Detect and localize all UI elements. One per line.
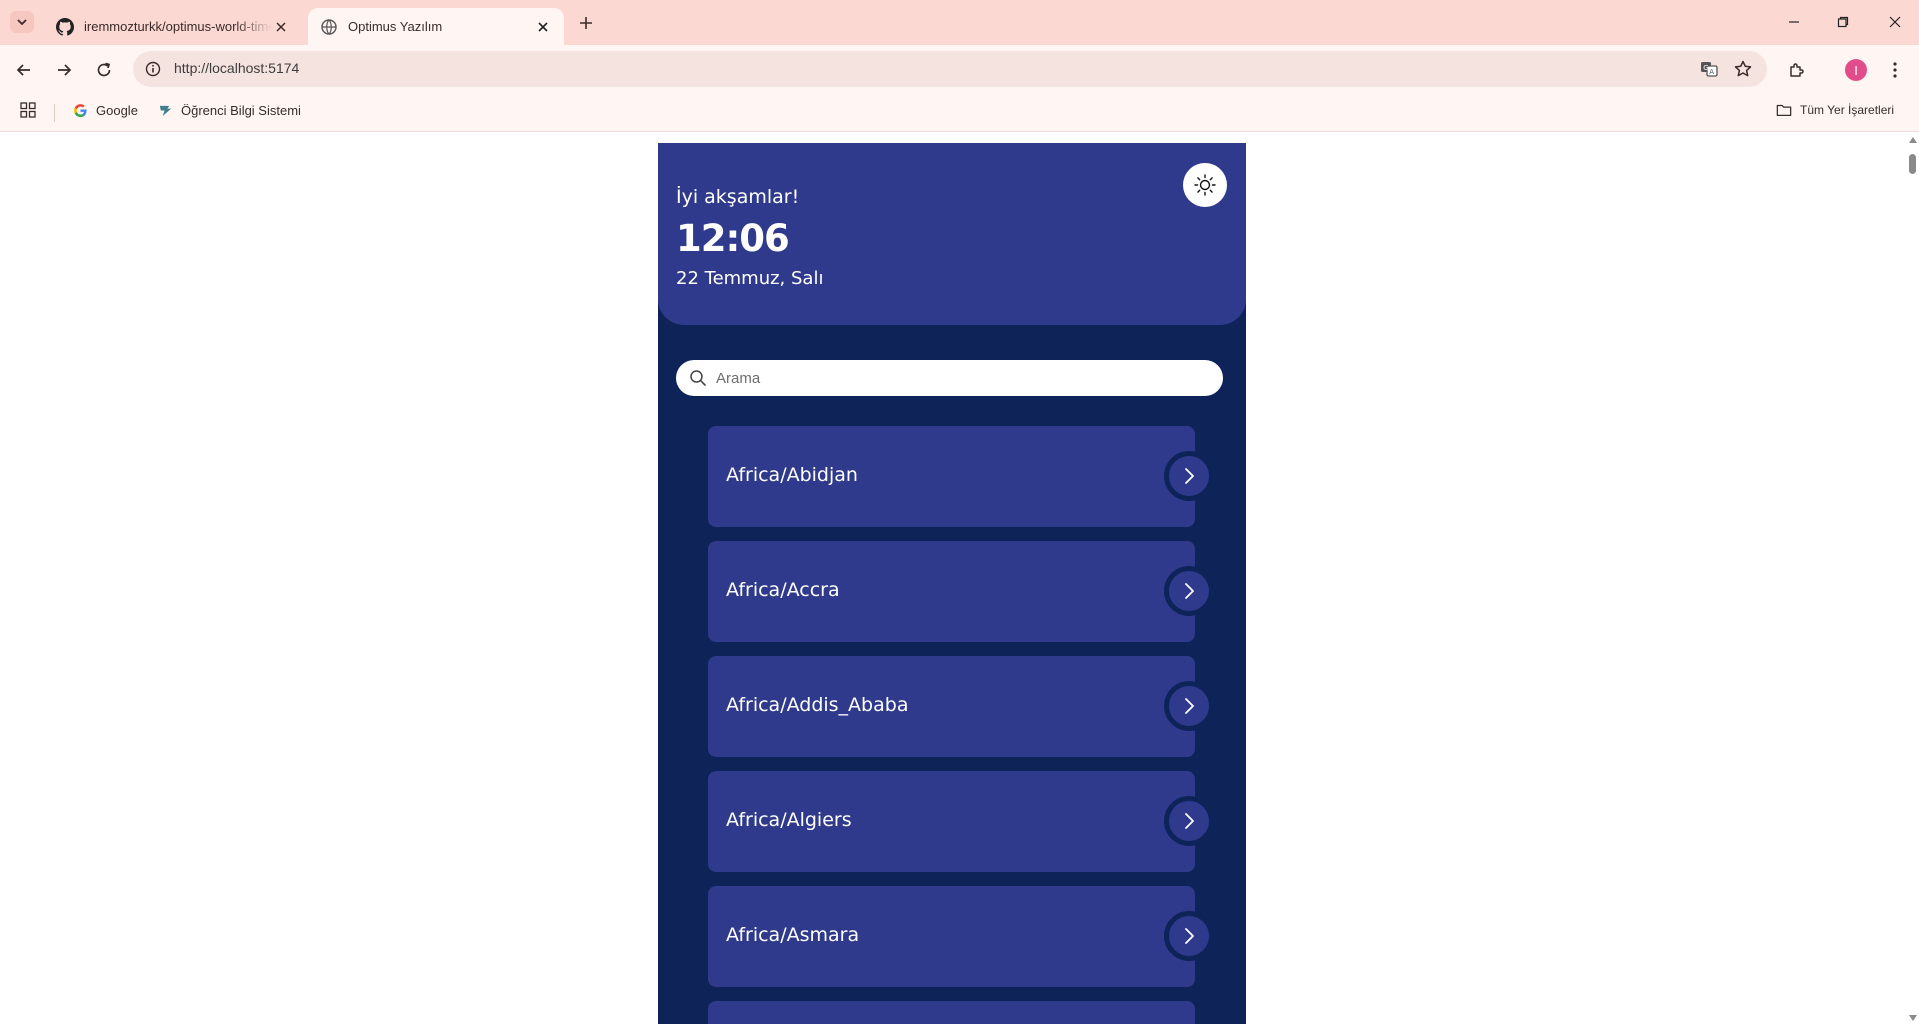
reload-button[interactable]: [91, 57, 117, 83]
theme-toggle-button[interactable]: [1183, 163, 1227, 207]
open-timezone-button[interactable]: [1164, 566, 1214, 616]
tab-search-button[interactable]: [10, 11, 34, 33]
github-icon: [56, 17, 74, 36]
arrow-left-icon: [16, 64, 30, 76]
kebab-menu-icon: [1893, 62, 1897, 78]
current-time: 12:06: [676, 217, 790, 260]
scroll-up-arrow[interactable]: [1909, 137, 1917, 143]
tab-title: Optimus Yazılım: [348, 19, 443, 34]
world-time-app: İyi akşamlar! 12:06 22 Temmuz, Salı Aram…: [658, 143, 1246, 1024]
search-input[interactable]: [716, 360, 1211, 396]
google-icon: [72, 102, 88, 118]
arrow-right-icon: [58, 64, 72, 76]
minimize-button[interactable]: [1782, 10, 1806, 34]
globe-icon: [320, 18, 338, 36]
browser-toolbar: http://localhost:5174 GA I: [0, 45, 1919, 93]
search-bar: [676, 360, 1223, 396]
minimize-icon: [1789, 21, 1799, 23]
sun-icon: [1194, 174, 1216, 196]
timezone-card[interactable]: Africa/Addis_Ababa: [708, 656, 1214, 757]
school-icon: [157, 102, 173, 118]
tab-optimus[interactable]: Optimus Yazılım: [308, 8, 564, 45]
svg-text:G: G: [1703, 64, 1708, 72]
menu-button[interactable]: [1882, 57, 1908, 83]
open-timezone-button[interactable]: [1164, 911, 1214, 961]
star-icon[interactable]: [1733, 59, 1753, 79]
tab-github[interactable]: iremmozturkk/optimus-world-time: [44, 8, 302, 45]
chevron-right-icon: [1185, 928, 1194, 944]
forward-button[interactable]: [51, 57, 77, 83]
puzzle-icon: [1790, 63, 1804, 77]
bookmark-obs[interactable]: Öğrenci Bilgi Sistemi: [157, 102, 301, 118]
tab-title: iremmozturkk/optimus-world-time: [84, 19, 272, 34]
reload-icon: [97, 62, 111, 77]
timezone-card[interactable]: Africa/Accra: [708, 541, 1214, 642]
site-info-icon[interactable]: [143, 59, 163, 79]
back-button[interactable]: [11, 57, 37, 83]
svg-text:A: A: [1709, 68, 1714, 76]
page-viewport: İyi akşamlar! 12:06 22 Temmuz, Salı Aram…: [0, 132, 1919, 1024]
timezone-card[interactable]: Africa/Abidjan: [708, 426, 1214, 527]
bookmark-label: Öğrenci Bilgi Sistemi: [181, 102, 301, 118]
restore-button[interactable]: [1831, 10, 1855, 34]
page-scrollbar[interactable]: [1905, 132, 1919, 1024]
chevron-right-icon: [1185, 813, 1194, 829]
address-url[interactable]: http://localhost:5174: [174, 60, 299, 76]
new-tab-button[interactable]: [574, 12, 598, 34]
bookmarks-divider: [54, 104, 55, 122]
bookmark-label: Google: [96, 102, 138, 118]
close-icon[interactable]: [534, 18, 552, 36]
open-timezone-button[interactable]: [1164, 796, 1214, 846]
timezone-name: Africa/Abidjan: [726, 464, 858, 486]
profile-avatar[interactable]: I: [1845, 59, 1867, 81]
apps-button[interactable]: [20, 102, 44, 118]
timezone-card[interactable]: Africa/Asmara: [708, 886, 1214, 987]
greeting-text: İyi akşamlar!: [676, 186, 800, 208]
all-bookmarks[interactable]: Tüm Yer İşaretleri: [1776, 102, 1894, 118]
timezone-list: Africa/Abidjan Africa/Accra Africa/Addis…: [708, 426, 1218, 1024]
current-date: 22 Temmuz, Salı: [676, 268, 824, 289]
timezone-card[interactable]: Africa/Algiers: [708, 771, 1214, 872]
scroll-down-arrow[interactable]: [1909, 1015, 1917, 1021]
bookmark-google[interactable]: Google: [72, 102, 138, 118]
bookmarks-bar: Google Öğrenci Bilgi Sistemi Tüm Yer İşa…: [0, 93, 1919, 132]
timezone-name: Africa/Algiers: [726, 809, 852, 831]
timezone-name: Africa/Accra: [726, 579, 840, 601]
timezone-card[interactable]: [708, 1001, 1195, 1024]
chevron-right-icon: [1185, 698, 1194, 714]
restore-icon: [1837, 16, 1849, 28]
header-card: İyi akşamlar! 12:06 22 Temmuz, Salı: [658, 143, 1246, 325]
extensions-button[interactable]: [1784, 57, 1810, 83]
timezone-name: Africa/Asmara: [726, 924, 860, 946]
search-icon: [690, 370, 706, 386]
open-timezone-button[interactable]: [1164, 681, 1214, 731]
close-window-button[interactable]: [1883, 10, 1907, 34]
tab-strip: iremmozturkk/optimus-world-time Optimus …: [0, 0, 1919, 45]
apps-grid-icon: [20, 102, 36, 118]
bookmark-label: Tüm Yer İşaretleri: [1800, 103, 1895, 117]
close-icon[interactable]: [272, 18, 290, 36]
open-timezone-button[interactable]: [1164, 451, 1214, 501]
plus-icon: [580, 17, 592, 29]
chevron-down-icon: [17, 19, 27, 26]
close-icon: [1889, 16, 1901, 28]
chevron-right-icon: [1185, 583, 1194, 599]
chevron-right-icon: [1185, 468, 1194, 484]
folder-icon: [1776, 102, 1792, 118]
address-bar[interactable]: http://localhost:5174 GA: [133, 51, 1767, 87]
timezone-name: Africa/Addis_Ababa: [726, 694, 909, 716]
translate-icon[interactable]: GA: [1699, 59, 1719, 79]
scroll-thumb[interactable]: [1909, 154, 1916, 174]
